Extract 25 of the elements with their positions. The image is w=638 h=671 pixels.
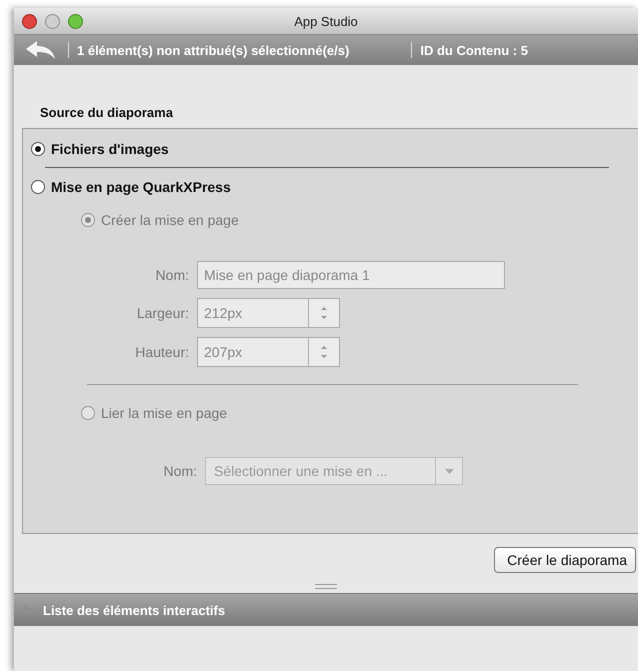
panel-title: Liste des éléments interactifs [43, 602, 226, 618]
content-id: ID du Contenu : 5 [420, 42, 528, 58]
zoom-button[interactable] [68, 14, 83, 28]
create-slideshow-button[interactable]: Créer le diaporama [494, 547, 636, 573]
option-label: Créer la mise en page [101, 212, 239, 228]
radio-button[interactable] [31, 180, 45, 194]
resize-handle-icon[interactable] [315, 584, 337, 589]
field-label: Hauteur: [134, 344, 189, 360]
option-label: Fichiers d'images [51, 141, 169, 157]
back-arrow-icon[interactable] [24, 40, 56, 60]
caret-icon [444, 468, 454, 474]
field-label: Nom: [154, 267, 189, 283]
stepper-arrows-icon[interactable] [308, 298, 340, 328]
field-label: Nom: [162, 463, 197, 479]
stepper-arrows-icon[interactable] [308, 337, 340, 367]
close-button[interactable] [22, 14, 37, 28]
window-title: App Studio [294, 14, 358, 28]
section-title: Source du diaporama [39, 105, 174, 122]
minimize-button[interactable] [45, 14, 60, 28]
panel-header[interactable]: Liste des éléments interactifs [14, 593, 638, 626]
field-label: Largeur: [136, 305, 189, 321]
selection-status: 1 élément(s) non attribué(s) sélectionné(e/s) [77, 42, 350, 58]
option-label: Lier la mise en page [101, 405, 228, 421]
radio-button[interactable] [31, 142, 45, 156]
option-label: Mise en page QuarkXPress [51, 179, 231, 195]
